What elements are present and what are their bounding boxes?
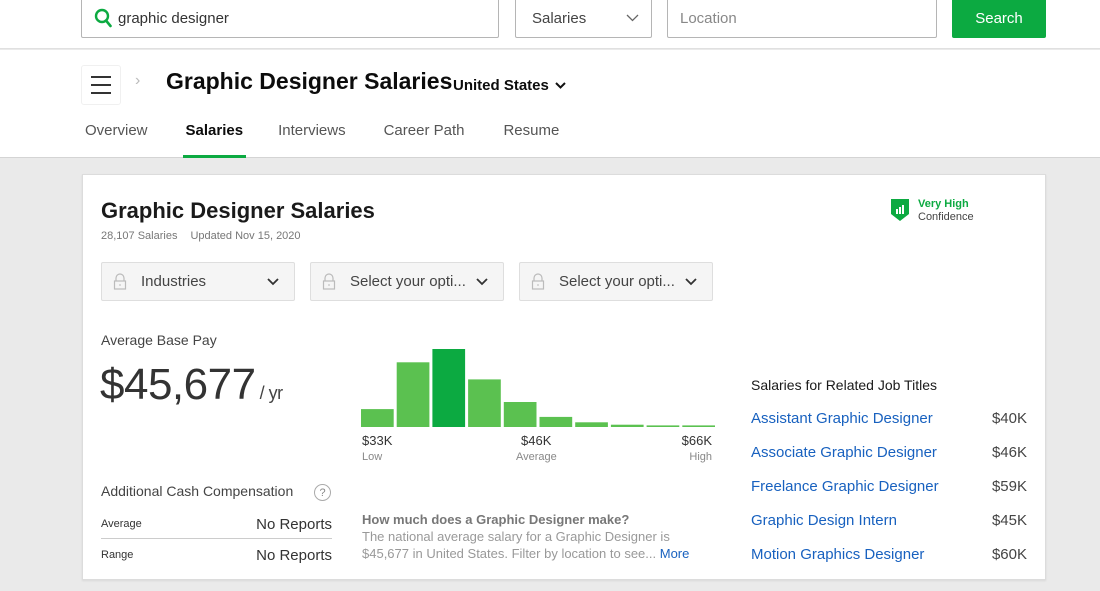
hamburger-icon-line [91, 92, 111, 94]
keyword-search-input[interactable]: graphic designer [81, 0, 499, 38]
tab-career-path[interactable]: Career Path [384, 122, 465, 158]
search-icon [94, 8, 112, 28]
top-search-bar: graphic designer Salaries Location Searc… [0, 0, 1100, 49]
country-selector[interactable]: United States [453, 77, 566, 94]
histogram-bar [575, 422, 608, 427]
faq-block: How much does a Graphic Designer make? T… [362, 511, 707, 562]
acc-key: Range [101, 549, 134, 561]
related-item: Motion Graphics Designer $60K [751, 546, 1027, 563]
average-base-pay: $45,677/ yr [100, 360, 283, 410]
search-query: graphic designer [118, 9, 229, 27]
related-title-link[interactable]: Motion Graphics Designer [751, 546, 924, 563]
more-link[interactable]: More [660, 546, 690, 561]
filter-label: Industries [141, 273, 207, 290]
search-button[interactable]: Search [952, 0, 1046, 38]
related-title-link[interactable]: Assistant Graphic Designer [751, 410, 933, 427]
card-meta: 28,107 Salaries Updated Nov 15, 2020 [101, 230, 301, 242]
location-placeholder: Location [680, 9, 737, 27]
tab-overview[interactable]: Overview [85, 122, 148, 158]
country-label: United States [453, 77, 549, 94]
filter-option-2[interactable]: Select your opti... [310, 262, 504, 301]
tab-resume[interactable]: Resume [503, 122, 559, 158]
search-type-value: Salaries [532, 9, 587, 27]
related-title-link[interactable]: Associate Graphic Designer [751, 444, 937, 461]
tick-label-high: $66K [681, 433, 712, 448]
lock-icon [531, 273, 545, 290]
related-salary: $40K [991, 410, 1027, 427]
filter-industries[interactable]: Industries [101, 262, 295, 301]
nav-tabs: Overview Salaries Interviews Career Path… [85, 122, 559, 158]
histogram-bar [432, 349, 466, 427]
breadcrumb-chevron-icon: › [135, 72, 141, 89]
tick-label-average: $46K [521, 433, 552, 448]
related-item: Graphic Design Intern $45K [751, 512, 1027, 529]
hamburger-icon-line [91, 76, 111, 78]
histogram-bar [396, 362, 430, 427]
chevron-down-icon [555, 82, 566, 89]
chevron-down-icon [626, 14, 639, 22]
acc-range-row: Range No Reports [101, 540, 332, 570]
related-titles-heading: Salaries for Related Job Titles [751, 377, 937, 393]
updated-date: Updated Nov 15, 2020 [190, 230, 301, 242]
faq-question: How much does a Graphic Designer make? [362, 512, 630, 527]
salary-histogram [361, 349, 715, 427]
confidence-level: Very High [918, 198, 969, 210]
histogram-bar [361, 409, 394, 427]
average-base-pay-label: Average Base Pay [101, 332, 217, 348]
filter-option-3[interactable]: Select your opti... [519, 262, 713, 301]
additional-cash-title: Additional Cash Compensation [101, 483, 294, 499]
histogram-bar [682, 425, 715, 427]
histogram-bar [503, 402, 537, 427]
divider [101, 538, 332, 539]
related-item: Associate Graphic Designer $46K [751, 444, 1027, 461]
filter-label: Select your opti... [559, 273, 675, 290]
average-base-pay-value: $45,677 [100, 360, 256, 409]
acc-value: No Reports [256, 546, 332, 564]
pay-unit: / yr [259, 383, 284, 403]
confidence-label: Confidence [918, 211, 974, 223]
related-salary: $60K [991, 546, 1027, 563]
chevron-down-icon [685, 277, 697, 285]
related-salary: $59K [991, 478, 1027, 495]
related-salary: $46K [991, 444, 1027, 461]
acc-value: No Reports [256, 515, 332, 533]
acc-key: Average [101, 518, 142, 530]
histogram-bar [646, 425, 680, 427]
salary-card: Graphic Designer Salaries 28,107 Salarie… [82, 174, 1046, 580]
histogram-bar [539, 416, 573, 427]
tab-interviews[interactable]: Interviews [278, 122, 346, 158]
card-title: Graphic Designer Salaries [101, 198, 375, 223]
search-type-select[interactable]: Salaries [515, 0, 652, 38]
menu-button[interactable] [81, 65, 121, 105]
confidence-badge: Very High Confidence [890, 198, 974, 224]
confidence-shield-icon [891, 199, 909, 221]
related-title-link[interactable]: Graphic Design Intern [751, 512, 897, 529]
related-title-link[interactable]: Freelance Graphic Designer [751, 478, 939, 495]
tick-sub-low: Low [362, 451, 383, 463]
acc-average-row: Average No Reports [101, 509, 332, 539]
page-title: Graphic Designer Salaries [166, 68, 453, 94]
tick-sub-high: High [689, 451, 712, 463]
location-input[interactable]: Location [667, 0, 937, 38]
help-icon[interactable]: ? [314, 484, 331, 501]
hamburger-icon-line [91, 84, 111, 86]
related-item: Assistant Graphic Designer $40K [751, 410, 1027, 427]
tab-salaries[interactable]: Salaries [182, 122, 246, 158]
chevron-down-icon [476, 277, 488, 285]
salary-count: 28,107 Salaries [101, 230, 178, 242]
filter-label: Select your opti... [350, 273, 466, 290]
related-salary: $45K [991, 512, 1027, 529]
page-header: › Graphic Designer Salaries United State… [0, 50, 1100, 158]
lock-icon [113, 273, 127, 290]
tick-sub-average: Average [516, 451, 557, 463]
histogram-bar [468, 379, 501, 427]
histogram-bar [610, 424, 644, 427]
lock-icon [322, 273, 336, 290]
chevron-down-icon [267, 277, 279, 285]
tick-label-low: $33K [362, 433, 393, 448]
related-item: Freelance Graphic Designer $59K [751, 478, 1027, 495]
faq-answer: The national average salary for a Graphi… [362, 529, 670, 561]
